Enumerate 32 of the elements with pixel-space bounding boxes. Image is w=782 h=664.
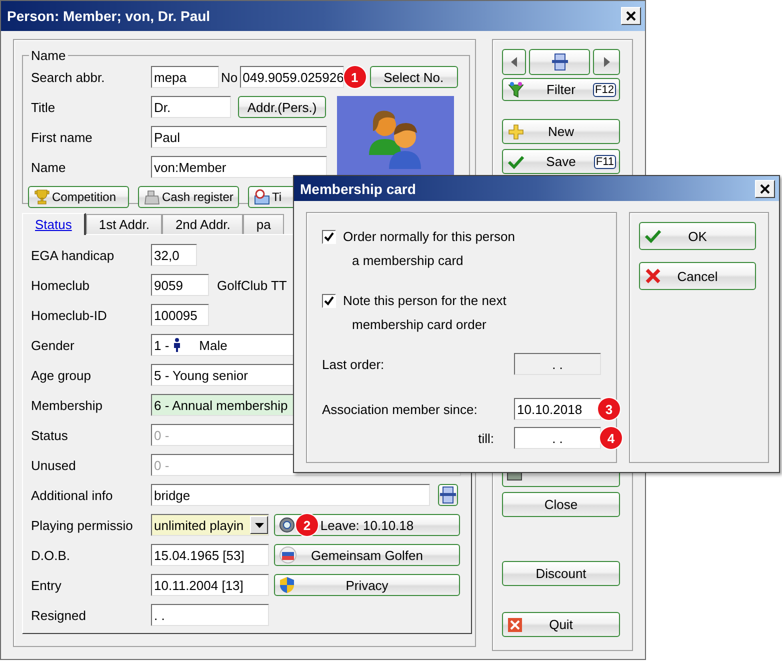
field-label: Entry (31, 578, 62, 592)
field-label: Search abbr. (31, 70, 106, 84)
number-badge: 4 (600, 427, 622, 449)
shortcut-key: F12 (593, 82, 616, 96)
field-label: Resigned (31, 608, 87, 622)
group-title: Name (30, 48, 67, 63)
field-label: Title (31, 100, 56, 114)
field-label: First name (31, 130, 94, 144)
field-label: Homeclub (31, 278, 91, 292)
shortcut-key: F11 (594, 154, 616, 168)
field-label: EGA handicap (31, 248, 116, 262)
window-title: Person: Member; von, Dr. Paul (7, 8, 210, 24)
field-label: Unused (31, 458, 77, 472)
field-label: No (221, 70, 238, 84)
club-name: GolfClub TT (217, 278, 287, 292)
field-label: Membership (31, 398, 104, 412)
field-label: D.O.B. (31, 548, 72, 562)
field-label: Gender (31, 338, 76, 352)
field-label: Playing permissio (31, 518, 134, 532)
number-badge: 3 (598, 398, 620, 420)
number-badge: 1 (344, 66, 366, 88)
field-label: Additional info (31, 488, 114, 502)
field-label: Age group (31, 368, 92, 382)
checkbox-label: Note this person for the next membership card order (343, 292, 506, 334)
field-label: Last order: (322, 356, 386, 372)
dialog-title: Membership card (300, 180, 416, 196)
field-label: Homeclub-ID (31, 308, 108, 322)
number-badge: 2 (296, 514, 318, 536)
field-label: Status (31, 428, 69, 442)
checkbox-label: Order normally for this person a membership card (343, 228, 515, 270)
field-label: Name (31, 160, 67, 174)
field-label: till: (477, 430, 494, 446)
